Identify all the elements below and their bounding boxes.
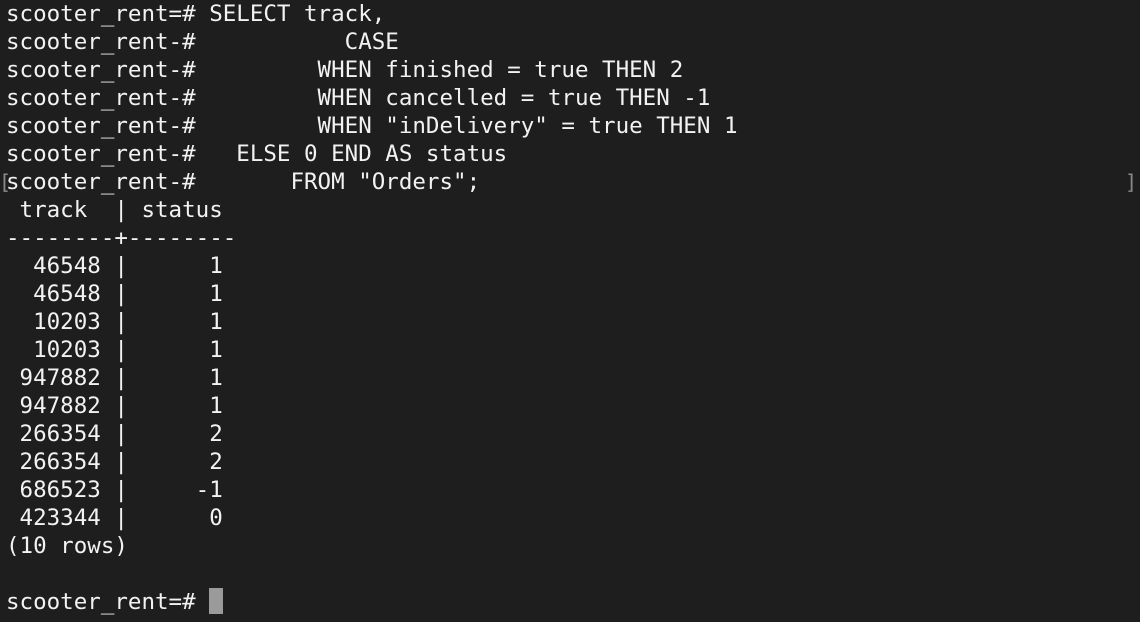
query-line: scooter_rent-# CASE [6, 29, 399, 55]
result-separator: --------+-------- [6, 225, 237, 251]
query-line: scooter_rent-# ELSE 0 END AS status [6, 141, 508, 167]
result-row: 266354 | 2 [6, 421, 223, 447]
query-line: scooter_rent-# WHEN "inDelivery" = true … [6, 113, 738, 139]
terminal-window[interactable]: scooter_rent=# SELECT track, scooter_ren… [6, 0, 1132, 622]
result-row: 947882 | 1 [6, 393, 223, 419]
result-row: 46548 | 1 [6, 253, 223, 279]
result-row: 10203 | 1 [6, 309, 223, 335]
query-line: scooter_rent-# WHEN cancelled = true THE… [6, 85, 711, 111]
query-line: scooter_rent-# FROM "Orders"; [6, 169, 481, 195]
selection-bracket-right: ] [1125, 170, 1138, 194]
result-row: 10203 | 1 [6, 337, 223, 363]
cursor [209, 588, 224, 614]
row-count: (10 rows) [6, 533, 128, 559]
result-row: 266354 | 2 [6, 449, 223, 475]
result-row: 947882 | 1 [6, 365, 223, 391]
prompt-line[interactable]: scooter_rent=# [6, 588, 1132, 616]
result-header: track | status [6, 197, 223, 223]
query-line: scooter_rent=# SELECT track, [6, 1, 386, 27]
result-row: 423344 | 0 [6, 505, 223, 531]
result-row: 686523 | -1 [6, 477, 223, 503]
prompt: scooter_rent=# [6, 589, 210, 615]
selection-bracket-left: [ [0, 170, 12, 194]
query-line: scooter_rent-# WHEN finished = true THEN… [6, 57, 684, 83]
result-row: 46548 | 1 [6, 281, 223, 307]
